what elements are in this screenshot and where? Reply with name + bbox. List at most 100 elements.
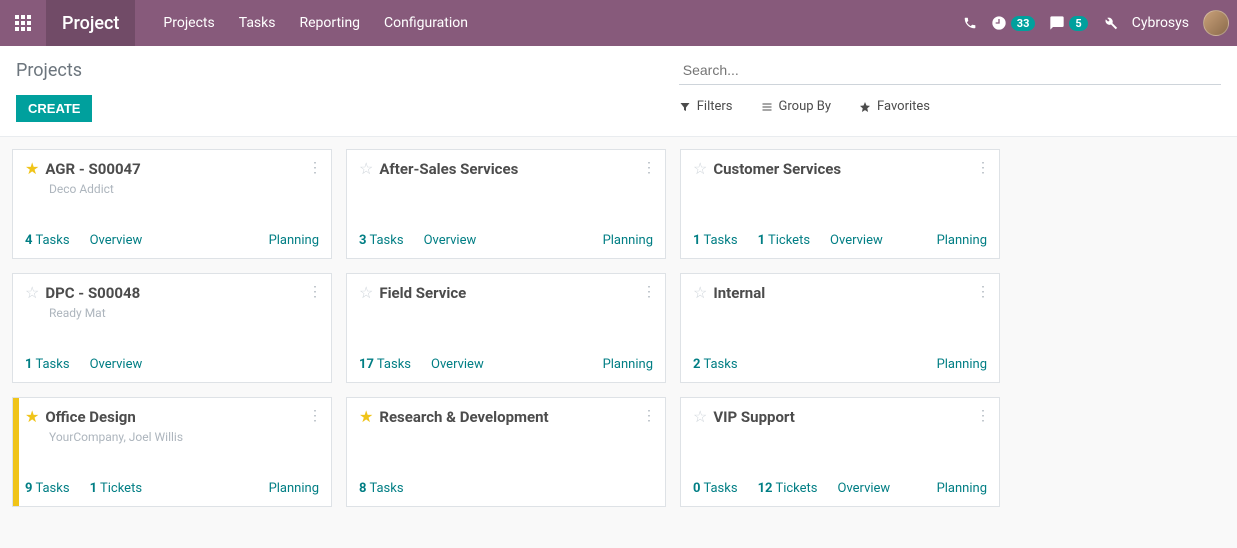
tasks-link[interactable]: 0 Tasks — [693, 481, 738, 496]
discuss-badge: 5 — [1069, 16, 1087, 31]
favorite-star-icon[interactable]: ☆ — [693, 409, 707, 425]
project-card[interactable]: ☆ Internal ⋮ 2 Tasks Planning — [680, 273, 1000, 383]
tickets-link[interactable]: 1 Tickets — [758, 233, 810, 248]
tickets-link[interactable]: 1 Tickets — [90, 481, 142, 496]
username[interactable]: Cybrosys — [1132, 15, 1189, 31]
kanban-board: ★AGR - S00047Deco Addict⋮4 TasksOverview… — [0, 137, 1237, 519]
menu-reporting[interactable]: Reporting — [287, 0, 372, 46]
card-footer: 0 Tasks 12 Tickets Overview Planning — [681, 473, 999, 506]
tasks-link[interactable]: 1 Tasks — [25, 357, 70, 372]
project-title[interactable]: Research & Development — [379, 408, 548, 426]
favorites-button[interactable]: Favorites — [859, 99, 930, 114]
title-row: ☆ After-Sales Services — [359, 160, 653, 178]
kebab-menu-icon[interactable]: ⋮ — [642, 160, 655, 176]
kebab-menu-icon[interactable]: ⋮ — [976, 408, 989, 424]
card-body: ☆ VIP Support — [681, 398, 999, 426]
project-card[interactable]: ☆ After-Sales Services ⋮ 3 Tasks Overview Pla… — [346, 149, 666, 259]
project-card[interactable]: ☆ VIP Support ⋮ 0 Tasks 12 Tickets Overview Pl… — [680, 397, 1000, 507]
planning-link[interactable]: Planning — [937, 481, 987, 496]
topbar-right: 33 5 Cybrosys — [963, 10, 1229, 36]
kebab-menu-icon[interactable]: ⋮ — [308, 160, 321, 176]
title-row: ★ AGR - S00047 — [25, 160, 319, 178]
title-row: ☆ Field Service — [359, 284, 653, 302]
card-footer: 1 Tasks 1 Tickets Overview Planning — [681, 225, 999, 258]
project-title[interactable]: DPC - S00048 — [45, 284, 140, 302]
favorite-star-icon[interactable]: ☆ — [693, 161, 707, 177]
title-row: ☆ Internal — [693, 284, 987, 302]
project-card[interactable]: ☆ Field Service ⋮ 17 Tasks Overview Planning — [346, 273, 666, 383]
project-title[interactable]: Internal — [713, 284, 765, 302]
tickets-link[interactable]: 12 Tickets — [758, 481, 818, 496]
overview-link[interactable]: Overview — [424, 233, 477, 248]
menu-configuration[interactable]: Configuration — [372, 0, 480, 46]
project-title[interactable]: Customer Services — [713, 160, 841, 178]
tasks-link[interactable]: 3 Tasks — [359, 233, 404, 248]
activities-badge: 33 — [1011, 16, 1036, 31]
funnel-icon — [679, 101, 691, 113]
project-title[interactable]: VIP Support — [713, 408, 795, 426]
app-brand[interactable]: Project — [46, 0, 135, 46]
debug-button[interactable] — [1102, 15, 1118, 31]
kebab-menu-icon[interactable]: ⋮ — [976, 160, 989, 176]
favorite-star-icon[interactable]: ★ — [25, 161, 39, 177]
list-icon — [761, 101, 773, 113]
tasks-link[interactable]: 1 Tasks — [693, 233, 738, 248]
phone-button[interactable] — [963, 16, 977, 30]
discuss-button[interactable]: 5 — [1049, 15, 1087, 31]
planning-link[interactable]: Planning — [269, 481, 319, 496]
card-footer: 17 Tasks Overview Planning — [347, 349, 665, 382]
groupby-button[interactable]: Group By — [761, 99, 832, 114]
filters-button[interactable]: Filters — [679, 99, 733, 114]
topbar: Project Projects Tasks Reporting Configu… — [0, 0, 1237, 46]
kebab-menu-icon[interactable]: ⋮ — [642, 284, 655, 300]
groupby-label: Group By — [779, 99, 832, 114]
project-title[interactable]: AGR - S00047 — [45, 160, 140, 178]
overview-link[interactable]: Overview — [90, 357, 143, 372]
overview-link[interactable]: Overview — [838, 481, 891, 496]
favorite-star-icon[interactable]: ★ — [25, 409, 39, 425]
project-title[interactable]: Office Design — [45, 408, 135, 426]
project-title[interactable]: After-Sales Services — [379, 160, 518, 178]
kebab-menu-icon[interactable]: ⋮ — [308, 284, 321, 300]
activities-button[interactable]: 33 — [991, 15, 1036, 31]
project-title[interactable]: Field Service — [379, 284, 466, 302]
breadcrumb: Projects — [16, 56, 679, 81]
tasks-link[interactable]: 4 Tasks — [25, 233, 70, 248]
kebab-menu-icon[interactable]: ⋮ — [642, 408, 655, 424]
favorite-star-icon[interactable]: ★ — [359, 409, 373, 425]
favorite-star-icon[interactable]: ☆ — [25, 285, 39, 301]
wrench-icon — [1102, 15, 1118, 31]
tasks-link[interactable]: 8 Tasks — [359, 481, 404, 496]
overview-link[interactable]: Overview — [431, 357, 484, 372]
planning-link[interactable]: Planning — [937, 233, 987, 248]
overview-link[interactable]: Overview — [830, 233, 883, 248]
search-input[interactable] — [679, 56, 1221, 85]
project-card[interactable]: ★Office DesignYourCompany, Joel Willis⋮9… — [12, 397, 332, 507]
tasks-link[interactable]: 2 Tasks — [693, 357, 738, 372]
project-card[interactable]: ☆DPC - S00048Ready Mat⋮1 TasksOverview — [12, 273, 332, 383]
avatar[interactable] — [1203, 10, 1229, 36]
project-card[interactable]: ☆ Customer Services ⋮ 1 Tasks 1 Tickets Overv… — [680, 149, 1000, 259]
tasks-link[interactable]: 9 Tasks — [25, 481, 70, 496]
overview-link[interactable]: Overview — [90, 233, 143, 248]
planning-link[interactable]: Planning — [269, 233, 319, 248]
title-row: ☆ Customer Services — [693, 160, 987, 178]
planning-link[interactable]: Planning — [937, 357, 987, 372]
favorite-star-icon[interactable]: ☆ — [693, 285, 707, 301]
kebab-menu-icon[interactable]: ⋮ — [308, 408, 321, 424]
planning-link[interactable]: Planning — [603, 357, 653, 372]
menu-projects[interactable]: Projects — [151, 0, 226, 46]
create-button[interactable]: CREATE — [16, 95, 92, 122]
tasks-link[interactable]: 17 Tasks — [359, 357, 411, 372]
apps-menu-button[interactable] — [0, 0, 46, 46]
favorite-star-icon[interactable]: ☆ — [359, 285, 373, 301]
planning-link[interactable]: Planning — [603, 233, 653, 248]
title-row: ★ Research & Development — [359, 408, 653, 426]
kebab-menu-icon[interactable]: ⋮ — [976, 284, 989, 300]
favorite-star-icon[interactable]: ☆ — [359, 161, 373, 177]
menu-tasks[interactable]: Tasks — [227, 0, 288, 46]
title-row: ☆ VIP Support — [693, 408, 987, 426]
project-card[interactable]: ★AGR - S00047Deco Addict⋮4 TasksOverview… — [12, 149, 332, 259]
project-card[interactable]: ★ Research & Development ⋮ 8 Tasks — [346, 397, 666, 507]
card-body: ☆DPC - S00048Ready Mat — [13, 274, 331, 320]
